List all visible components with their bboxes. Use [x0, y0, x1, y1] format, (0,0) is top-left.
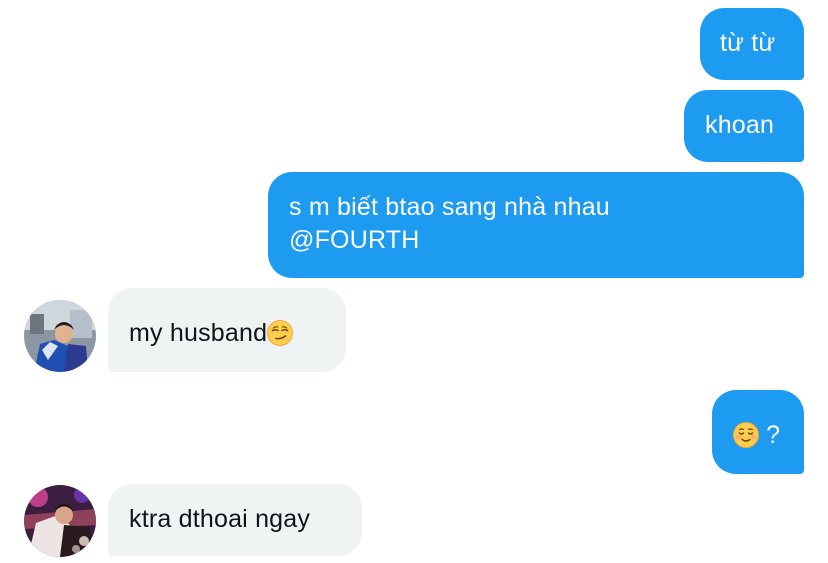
mention-link[interactable]: @FOURTH	[289, 224, 804, 257]
message-text: từ từ	[720, 29, 776, 57]
message-text: ktra dthoai ngay	[129, 505, 311, 533]
outgoing-message-bubble[interactable]: ?	[712, 390, 804, 474]
relieved-smiling-face-icon	[733, 422, 759, 448]
smirking-face-icon	[267, 320, 294, 346]
outgoing-message-bubble[interactable]: từ từ	[700, 8, 804, 80]
avatar-image	[24, 300, 96, 372]
message-text: s m biết btao sang nhà nhau	[289, 193, 610, 221]
incoming-message-bubble[interactable]: ktra dthoai ngay	[108, 484, 362, 556]
outgoing-message-bubble[interactable]: s m biết btao sang nhà nhau @FOURTH	[268, 172, 804, 278]
outgoing-message-bubble[interactable]: khoan	[684, 90, 804, 162]
avatar-image	[24, 485, 96, 557]
message-text: ?	[766, 421, 781, 449]
incoming-message-bubble[interactable]: my husband	[108, 288, 346, 372]
message-text: my husband	[129, 319, 268, 347]
avatar[interactable]	[24, 485, 96, 557]
avatar[interactable]	[24, 300, 96, 372]
message-text: khoan	[705, 111, 775, 139]
